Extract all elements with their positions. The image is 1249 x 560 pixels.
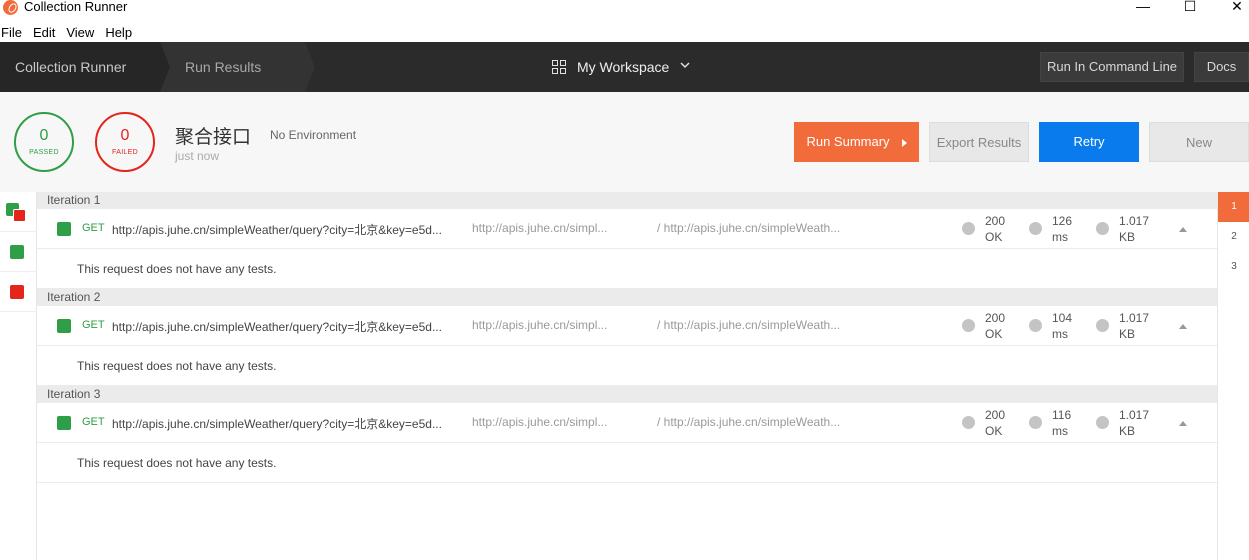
collection-name: 聚合接口 [175, 127, 252, 148]
iteration-nav-2[interactable]: 2 [1218, 222, 1249, 252]
iteration-header: Iteration 1 [37, 192, 1217, 209]
menu-file[interactable]: File [0, 24, 28, 42]
collapse-caret-icon[interactable] [1179, 421, 1187, 426]
request-url: http://apis.juhe.cn/simpleWeather/query?… [112, 223, 442, 237]
request-url-tertiary: / http://apis.juhe.cn/simpleWeath... [657, 415, 841, 429]
request-url-secondary: http://apis.juhe.cn/simpl... [472, 318, 608, 332]
workspace-grid-icon [552, 60, 566, 74]
request-row[interactable]: GET http://apis.juhe.cn/simpleWeather/qu… [37, 209, 1217, 249]
workspace-selector[interactable]: My Workspace [577, 59, 669, 75]
request-method: GET [82, 319, 105, 331]
new-button[interactable]: New [1149, 122, 1249, 162]
response-status: 200 OK [985, 214, 1006, 244]
export-results-button[interactable]: Export Results [929, 122, 1029, 162]
iteration-header: Iteration 3 [37, 386, 1217, 403]
menu-help[interactable]: Help [105, 24, 138, 42]
chevron-down-icon[interactable] [680, 60, 690, 70]
request-url-secondary: http://apis.juhe.cn/simpl... [472, 221, 608, 235]
status-dot-icon [962, 222, 975, 235]
close-button[interactable]: ✕ [1227, 0, 1247, 14]
docs-button[interactable]: Docs [1194, 52, 1249, 82]
tests-message: This request does not have any tests. [37, 346, 1217, 386]
collapse-caret-icon[interactable] [1179, 227, 1187, 232]
failed-label: FAILED [112, 149, 138, 156]
filter-failed[interactable] [0, 272, 37, 312]
response-size: 1.017 KB [1119, 311, 1150, 341]
run-in-command-line-button[interactable]: Run In Command Line [1040, 52, 1184, 82]
request-method: GET [82, 416, 105, 428]
response-status: 200 OK [985, 408, 1006, 438]
response-time: 116 ms [1052, 408, 1072, 438]
collapse-caret-icon[interactable] [1179, 324, 1187, 329]
iteration-list: Iteration 1 GET http://apis.juhe.cn/simp… [37, 192, 1217, 483]
request-method: GET [82, 222, 105, 234]
request-row[interactable]: GET http://apis.juhe.cn/simpleWeather/qu… [37, 306, 1217, 346]
breadcrumb-run-results[interactable]: Run Results [185, 59, 261, 75]
breadcrumb-arrow-1 [160, 42, 170, 92]
request-url-tertiary: / http://apis.juhe.cn/simpleWeath... [657, 318, 841, 332]
request-url-secondary: http://apis.juhe.cn/simpl... [472, 415, 608, 429]
status-filter-sidebar [0, 192, 37, 560]
response-size: 1.017 KB [1119, 408, 1150, 438]
app-header: Collection Runner Run Results My Workspa… [0, 42, 1249, 92]
pass-status-icon [57, 222, 71, 236]
caret-right-icon [901, 138, 907, 147]
retry-button[interactable]: Retry [1039, 122, 1139, 162]
passed-count: 0 [39, 127, 49, 144]
breadcrumb-arrow-2 [305, 42, 315, 92]
size-dot-icon [1096, 222, 1109, 235]
size-dot-icon [1096, 319, 1109, 332]
pass-status-icon [57, 416, 71, 430]
response-size: 1.017 KB [1119, 214, 1150, 244]
window-title: Collection Runner [24, 0, 128, 14]
request-url: http://apis.juhe.cn/simpleWeather/query?… [112, 417, 442, 431]
passed-label: PASSED [29, 149, 59, 156]
time-dot-icon [1029, 416, 1042, 429]
title-bar: Collection Runner — ☐ ✕ [0, 0, 1249, 22]
iteration-nav-1[interactable]: 1 [1218, 192, 1249, 222]
menu-edit[interactable]: Edit [33, 24, 61, 42]
status-dot-icon [962, 319, 975, 332]
response-status: 200 OK [985, 311, 1006, 341]
request-url: http://apis.juhe.cn/simpleWeather/query?… [112, 320, 442, 334]
iteration-nav-3[interactable]: 3 [1218, 252, 1249, 282]
passed-counter: 0 PASSED [14, 112, 74, 172]
filter-passed[interactable] [0, 232, 37, 272]
status-dot-icon [962, 416, 975, 429]
iteration-header: Iteration 2 [37, 289, 1217, 306]
passed-filter-icon [10, 245, 24, 259]
run-timestamp: just now [175, 149, 220, 163]
size-dot-icon [1096, 416, 1109, 429]
pass-status-icon [57, 319, 71, 333]
failed-square-icon [13, 209, 26, 222]
run-summary-button[interactable]: Run Summary [794, 122, 919, 162]
request-url-tertiary: / http://apis.juhe.cn/simpleWeath... [657, 221, 841, 235]
menu-view[interactable]: View [66, 24, 100, 42]
tests-message: This request does not have any tests. [37, 443, 1217, 483]
time-dot-icon [1029, 319, 1042, 332]
filter-all[interactable] [0, 192, 37, 232]
run-summary-label: Run Summary [806, 134, 890, 149]
breadcrumb-collection-runner[interactable]: Collection Runner [15, 59, 126, 75]
response-time: 104 ms [1052, 311, 1073, 341]
menu-bar: File Edit View Help [0, 24, 143, 42]
time-dot-icon [1029, 222, 1042, 235]
postman-logo-icon [3, 0, 18, 15]
environment-name: No Environment [270, 128, 357, 142]
tests-message: This request does not have any tests. [37, 249, 1217, 289]
failed-counter: 0 FAILED [95, 112, 155, 172]
request-row[interactable]: GET http://apis.juhe.cn/simpleWeather/qu… [37, 403, 1217, 443]
failed-count: 0 [120, 127, 130, 144]
iteration-nav-sidebar: 1 2 3 [1217, 192, 1249, 560]
maximize-button[interactable]: ☐ [1180, 0, 1200, 14]
run-summary-panel: 0 PASSED 0 FAILED 聚合接口 No Environment ju… [0, 92, 1249, 192]
failed-filter-icon [10, 285, 24, 299]
response-time: 126 ms [1052, 214, 1073, 244]
minimize-button[interactable]: — [1133, 0, 1153, 14]
